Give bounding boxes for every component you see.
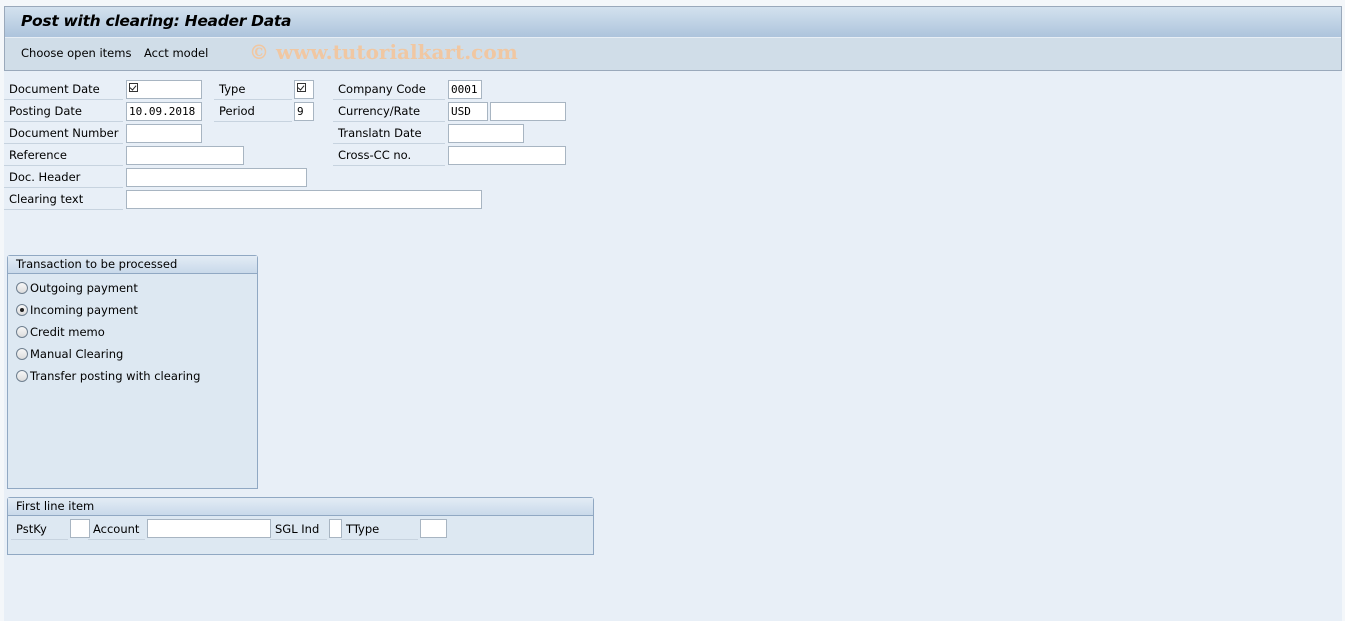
currency-rate-label: Currency/Rate xyxy=(333,102,445,122)
period-label: Period xyxy=(214,102,292,122)
posting-date-label: Posting Date xyxy=(4,102,123,122)
transaction-group-title: Transaction to be processed xyxy=(8,256,257,274)
document-number-label: Document Number xyxy=(4,124,123,144)
acct-model-button[interactable]: Acct model xyxy=(144,46,208,60)
account-input[interactable] xyxy=(147,519,271,538)
radio-credit-memo[interactable]: Credit memo xyxy=(16,323,105,341)
radio-incoming-payment[interactable]: Incoming payment xyxy=(16,301,138,319)
radio-button-icon[interactable] xyxy=(16,325,28,338)
cross-cc-no-label: Cross-CC no. xyxy=(333,146,445,166)
radio-label: Outgoing payment xyxy=(30,281,138,295)
reference-input[interactable] xyxy=(126,146,244,165)
clearing-text-input[interactable] xyxy=(126,190,482,209)
period-input[interactable] xyxy=(294,102,314,121)
transaction-group: Transaction to be processed Outgoing pay… xyxy=(7,255,258,489)
radio-button-icon[interactable] xyxy=(16,347,28,360)
watermark: © www.tutorialkart.com xyxy=(249,40,518,64)
posting-date-input[interactable] xyxy=(126,102,202,121)
doc-header-label: Doc. Header xyxy=(4,168,123,188)
sgl-ind-label: SGL Ind xyxy=(270,520,327,540)
document-date-label: Document Date xyxy=(4,80,123,100)
reference-label: Reference xyxy=(4,146,123,166)
radio-button-icon[interactable] xyxy=(16,281,28,294)
radio-button-icon[interactable] xyxy=(16,369,28,382)
pstky-input[interactable] xyxy=(70,519,90,538)
exchange-rate-input[interactable] xyxy=(490,102,566,121)
company-code-label: Company Code xyxy=(333,80,445,100)
ttype-label: TType xyxy=(341,520,418,540)
cross-cc-no-input[interactable] xyxy=(448,146,566,165)
radio-label: Incoming payment xyxy=(30,303,138,317)
doc-header-input[interactable] xyxy=(126,168,307,187)
ttype-input[interactable] xyxy=(420,519,447,538)
currency-input[interactable] xyxy=(448,102,488,121)
radio-button-selected-icon[interactable] xyxy=(16,303,28,316)
radio-label: Manual Clearing xyxy=(30,347,124,361)
page-title: Post with clearing: Header Data xyxy=(21,12,292,30)
company-code-input[interactable] xyxy=(448,80,482,99)
title-bar: Post with clearing: Header Data xyxy=(5,7,1341,38)
application-toolbar: Choose open items Acct model © www.tutor… xyxy=(5,38,1341,70)
screen-header: Post with clearing: Header Data Choose o… xyxy=(4,6,1342,71)
account-label: Account xyxy=(88,520,145,540)
radio-transfer-posting[interactable]: Transfer posting with clearing xyxy=(16,367,200,385)
radio-manual-clearing[interactable]: Manual Clearing xyxy=(16,345,123,363)
first-line-item-title: First line item xyxy=(8,498,593,516)
radio-outgoing-payment[interactable]: Outgoing payment xyxy=(16,279,138,297)
required-field-icon xyxy=(294,80,310,99)
radio-label: Transfer posting with clearing xyxy=(30,369,201,383)
radio-label: Credit memo xyxy=(30,325,105,339)
choose-open-items-button[interactable]: Choose open items xyxy=(21,46,131,60)
pstky-label: PstKy xyxy=(11,520,68,540)
document-number-input[interactable] xyxy=(126,124,202,143)
required-field-icon xyxy=(126,80,142,99)
translation-date-input[interactable] xyxy=(448,124,524,143)
type-label: Type xyxy=(214,80,292,100)
clearing-text-label: Clearing text xyxy=(4,190,123,210)
translation-date-label: Translatn Date xyxy=(333,124,445,144)
